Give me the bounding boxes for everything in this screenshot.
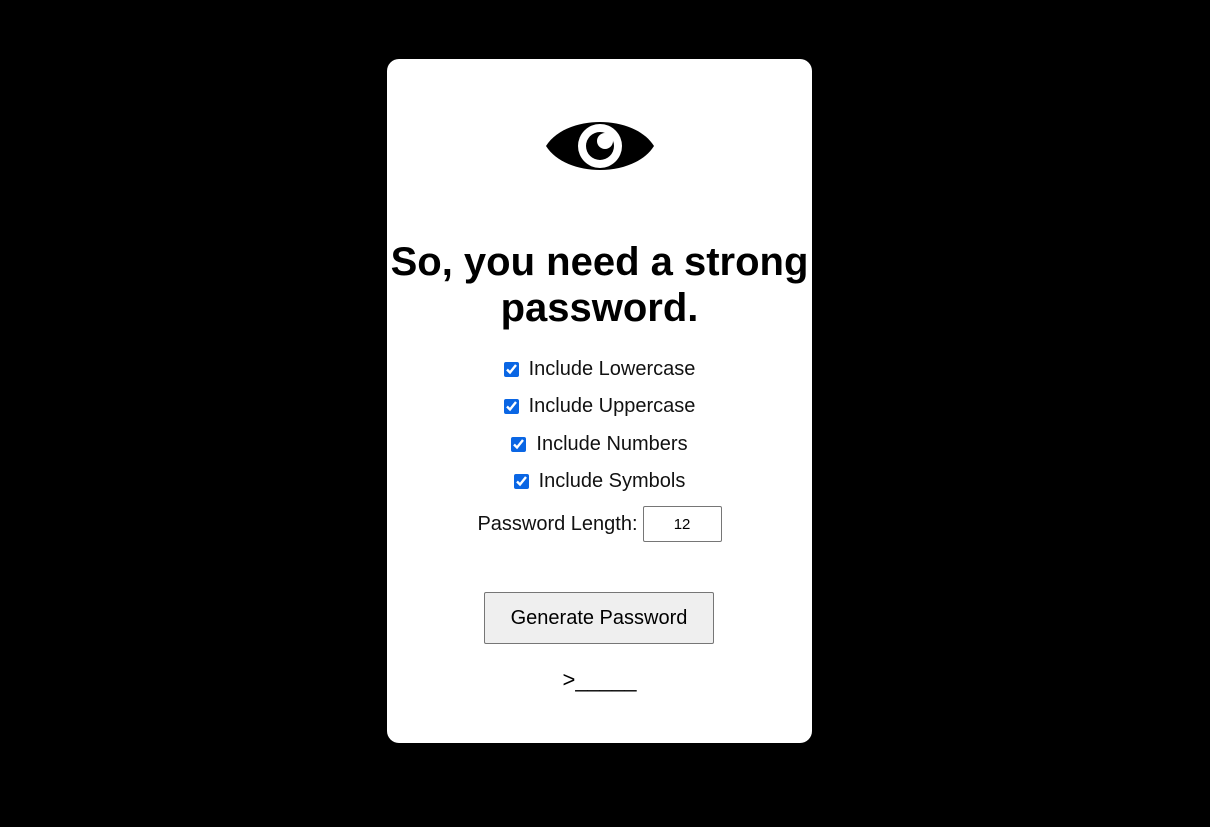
numbers-checkbox[interactable] [511, 436, 527, 452]
option-uppercase[interactable]: Include Uppercase [387, 394, 812, 418]
option-numbers-label: Include Numbers [536, 432, 688, 455]
option-symbols[interactable]: Include Symbols [387, 469, 812, 493]
generate-password-button[interactable]: Generate Password [484, 592, 714, 644]
option-numbers[interactable]: Include Numbers [387, 432, 812, 456]
option-lowercase[interactable]: Include Lowercase [387, 357, 812, 381]
option-uppercase-label: Include Uppercase [528, 394, 696, 417]
password-length-label: Password Length: [477, 512, 638, 535]
lowercase-checkbox[interactable] [503, 361, 519, 377]
symbols-checkbox[interactable] [513, 473, 529, 489]
eye-icon [546, 122, 654, 170]
uppercase-checkbox[interactable] [503, 398, 519, 414]
page-title: So, you need a strong password. [390, 240, 809, 330]
option-symbols-label: Include Symbols [538, 469, 686, 492]
password-length-input[interactable] [642, 506, 722, 542]
option-lowercase-label: Include Lowercase [528, 357, 696, 380]
password-output: >_____ [562, 667, 637, 692]
password-generator-card: So, you need a strong password. Include … [387, 59, 812, 743]
password-length-row: Password Length: [387, 506, 812, 542]
